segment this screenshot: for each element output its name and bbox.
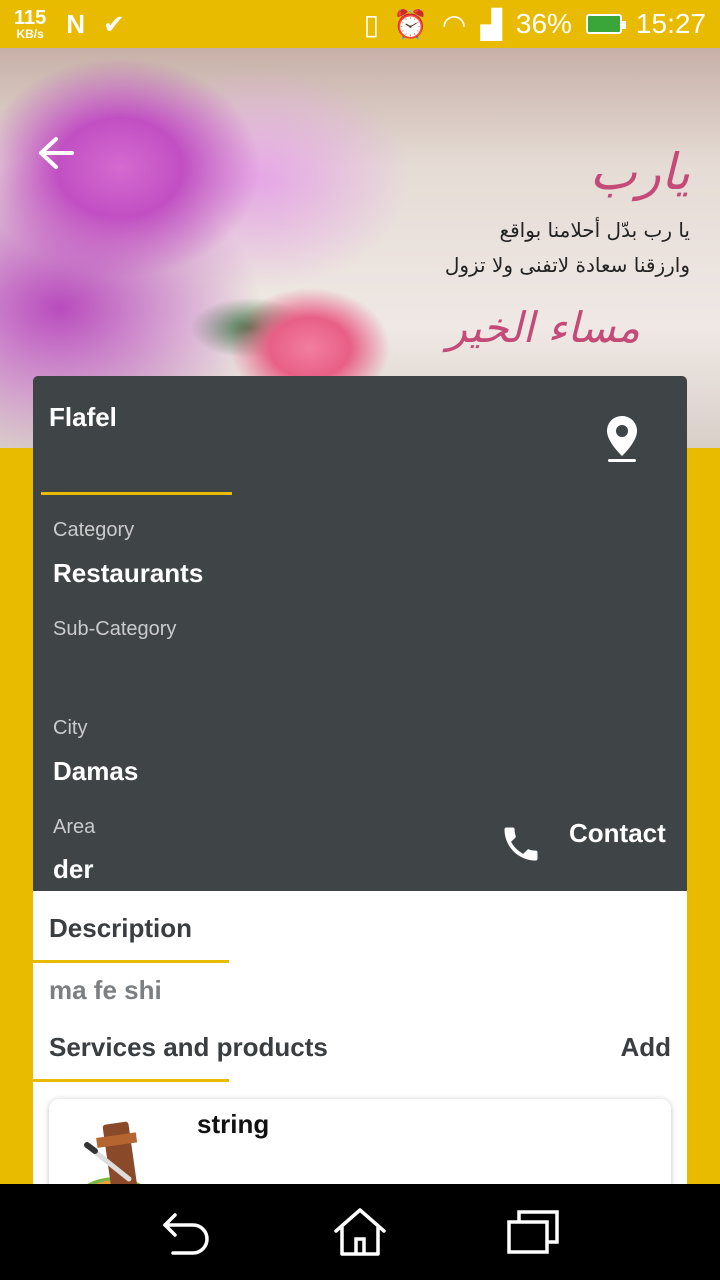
network-speed-unit: KB/s xyxy=(16,27,44,41)
status-bar: 115 KB/s N ✔ ▯ ⏰ ◠ ▟ 36% 15:27 xyxy=(0,0,720,48)
system-nav-bar xyxy=(0,1184,720,1280)
description-heading: Description xyxy=(49,913,193,943)
battery-percent: 36% xyxy=(515,8,572,39)
details-card: Flafel Category Restaurants Sub-Category… xyxy=(33,376,687,891)
hero-arabic-line-1: يا رب بدّل أحلامنا بواقع xyxy=(499,218,690,242)
services-heading: Services and products xyxy=(49,1032,328,1062)
alarm-icon: ⏰ xyxy=(393,8,428,40)
notification-icons: N ✔ xyxy=(66,9,125,40)
hero-arabic-signature: مساء الخير xyxy=(446,303,640,352)
back-nav-icon[interactable] xyxy=(157,1204,217,1260)
description-section: Description ma fe shi Services and produ… xyxy=(33,891,687,1184)
phone-icon[interactable] xyxy=(499,822,543,866)
subcategory-label: Sub-Category xyxy=(53,618,177,640)
check-icon: ✔ xyxy=(103,8,125,39)
description-underline xyxy=(33,960,229,963)
services-underline xyxy=(33,1079,229,1082)
wifi-icon: ◠ xyxy=(441,8,467,40)
vibrate-icon: ▯ xyxy=(363,8,380,40)
home-nav-icon[interactable] xyxy=(330,1204,390,1260)
description-text: ma fe shi xyxy=(49,975,162,1005)
area-label: Area xyxy=(53,816,96,838)
product-thumbnail xyxy=(59,1117,169,1184)
hero-arabic-line-2: وارزقنا سعادة لاتفنى ولا تزول xyxy=(444,253,690,277)
hero-arabic-title: يارب xyxy=(589,143,690,201)
status-right: ▯ ⏰ ◠ ▟ 36% 15:27 xyxy=(364,8,706,41)
location-pin-icon[interactable] xyxy=(605,414,639,464)
name-underline xyxy=(41,492,232,495)
product-card[interactable]: string xyxy=(49,1099,671,1184)
network-speed-value: 115 xyxy=(14,7,47,29)
category-value: Restaurants xyxy=(53,558,204,588)
contact-button[interactable]: Contact xyxy=(569,818,666,849)
area-value: der xyxy=(53,854,94,884)
n-icon: N xyxy=(66,8,86,39)
category-label: Category xyxy=(53,519,135,541)
city-value: Damas xyxy=(53,756,139,786)
add-service-button[interactable]: Add xyxy=(620,1032,671,1063)
clock: 15:27 xyxy=(635,8,706,39)
recents-nav-icon[interactable] xyxy=(503,1204,563,1260)
battery-charging-icon xyxy=(585,14,626,34)
signal-icon: ▟ xyxy=(480,8,502,40)
network-speed: 115 KB/s xyxy=(14,8,46,40)
product-title: string xyxy=(197,1109,270,1139)
place-name: Flafel xyxy=(49,402,117,432)
city-label: City xyxy=(53,717,88,739)
back-arrow-icon[interactable] xyxy=(36,136,76,170)
